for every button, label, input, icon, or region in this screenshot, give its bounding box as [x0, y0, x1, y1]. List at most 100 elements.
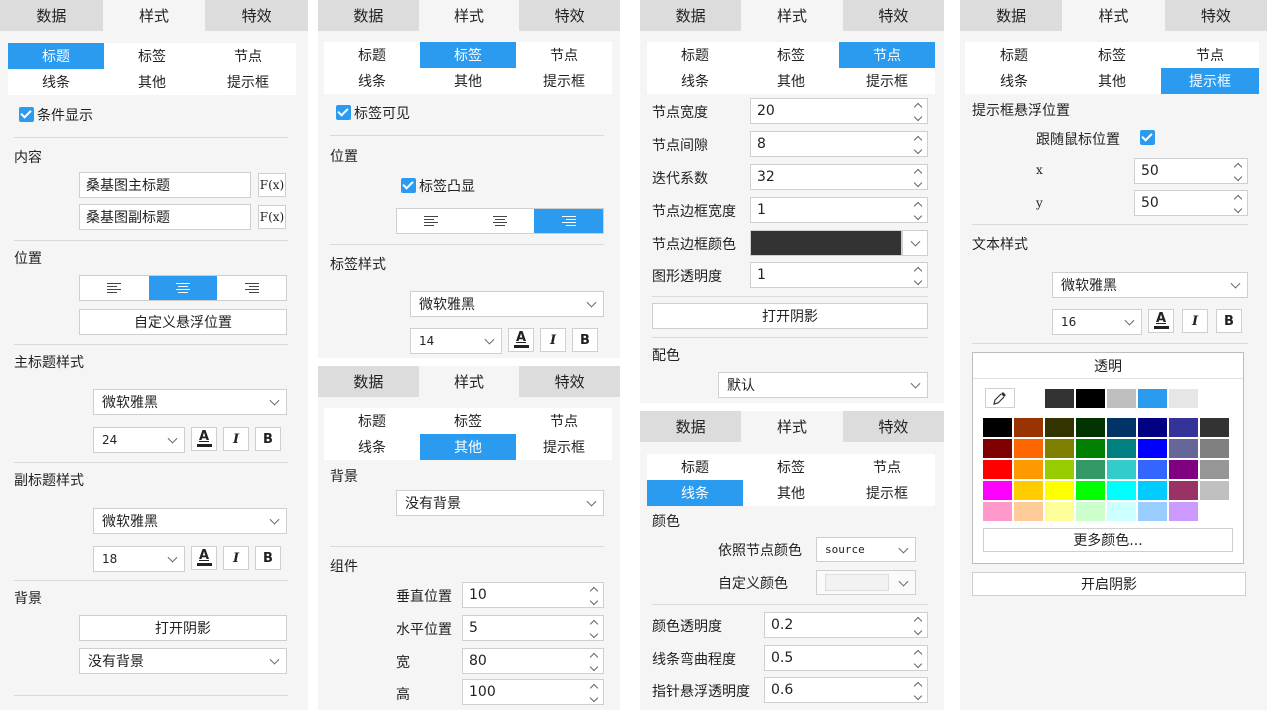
palette-color-swatch[interactable]	[983, 502, 1012, 521]
category-other[interactable]: 其他	[104, 69, 200, 95]
palette-color-swatch[interactable]	[1200, 439, 1229, 458]
category-line[interactable]: 线条	[965, 68, 1063, 94]
align-right-button[interactable]	[217, 276, 286, 300]
palette-color-swatch[interactable]	[1014, 481, 1043, 500]
tab-data[interactable]: 数据	[960, 0, 1062, 31]
category-tooltip[interactable]: 提示框	[1161, 68, 1259, 94]
spinner-icon[interactable]	[909, 678, 927, 702]
palette-color-swatch[interactable]	[1014, 460, 1043, 479]
sub-title-fx-button[interactable]: F(x)	[258, 205, 286, 229]
category-other[interactable]: 其他	[743, 68, 839, 94]
category-other[interactable]: 其他	[1063, 68, 1161, 94]
align-left-button[interactable]	[397, 209, 466, 233]
palette-color-swatch[interactable]	[983, 418, 1012, 437]
spinner-icon[interactable]	[1229, 159, 1247, 183]
palette-color-swatch[interactable]	[1107, 481, 1136, 500]
label-font-color-button[interactable]: A	[508, 328, 534, 352]
recent-color-swatch[interactable]	[1107, 389, 1136, 408]
palette-color-swatch[interactable]	[1138, 502, 1167, 521]
category-other[interactable]: 其他	[743, 480, 839, 506]
tab-effects[interactable]: 特效	[205, 0, 308, 31]
category-node[interactable]: 节点	[516, 42, 612, 68]
label-italic-button[interactable]: I	[540, 328, 566, 352]
tab-style[interactable]: 样式	[741, 411, 843, 442]
spinner-icon[interactable]	[909, 99, 927, 123]
border-color-swatch[interactable]	[750, 230, 902, 256]
tab-effects[interactable]: 特效	[519, 0, 620, 31]
color-scheme-select[interactable]: 默认	[718, 372, 928, 398]
iteration-input[interactable]: 32	[750, 164, 928, 190]
spinner-icon[interactable]	[585, 649, 603, 673]
tab-data[interactable]: 数据	[0, 0, 103, 31]
main-bold-button[interactable]: B	[255, 427, 281, 451]
sub-title-input[interactable]: 桑基图副标题	[79, 204, 251, 230]
recent-color-swatch[interactable]	[1076, 389, 1105, 408]
tab-style[interactable]: 样式	[418, 0, 520, 31]
tab-style[interactable]: 样式	[102, 0, 206, 31]
tooltip-font-color-button[interactable]: A	[1148, 309, 1174, 333]
sub-italic-button[interactable]: I	[223, 546, 249, 570]
tooltip-italic-button[interactable]: I	[1182, 309, 1208, 333]
palette-color-swatch[interactable]	[1138, 481, 1167, 500]
align-right-button[interactable]	[534, 209, 604, 233]
transparent-button[interactable]: 透明	[973, 353, 1243, 379]
palette-color-swatch[interactable]	[1138, 418, 1167, 437]
tooltip-size-select[interactable]: 16	[1052, 309, 1142, 335]
spinner-icon[interactable]	[909, 198, 927, 222]
palette-color-swatch[interactable]	[1169, 481, 1198, 500]
category-label[interactable]: 标签	[420, 408, 516, 434]
palette-color-swatch[interactable]	[1107, 418, 1136, 437]
palette-color-swatch[interactable]	[1045, 502, 1074, 521]
y-input[interactable]: 50	[1134, 190, 1248, 216]
eyedropper-button[interactable]	[985, 388, 1015, 408]
palette-color-swatch[interactable]	[1076, 502, 1105, 521]
palette-color-swatch[interactable]	[1076, 418, 1105, 437]
palette-color-swatch[interactable]	[983, 439, 1012, 458]
palette-color-swatch[interactable]	[1045, 460, 1074, 479]
tab-effects[interactable]: 特效	[519, 366, 620, 397]
palette-color-swatch[interactable]	[983, 481, 1012, 500]
palette-color-swatch[interactable]	[1107, 460, 1136, 479]
recent-color-swatch[interactable]	[1169, 389, 1198, 408]
more-colors-button[interactable]: 更多颜色...	[983, 528, 1233, 552]
category-title[interactable]: 标题	[8, 43, 104, 69]
palette-color-swatch[interactable]	[1169, 439, 1198, 458]
hover-opacity-input[interactable]: 0.6	[764, 677, 928, 703]
follow-mouse-checkbox[interactable]	[1140, 130, 1155, 145]
background-select[interactable]: 没有背景	[79, 648, 287, 674]
category-title[interactable]: 标题	[324, 42, 420, 68]
spinner-icon[interactable]	[585, 680, 603, 704]
tab-style[interactable]: 样式	[418, 366, 520, 397]
category-line[interactable]: 线条	[647, 480, 743, 506]
main-italic-button[interactable]: I	[223, 427, 249, 451]
tab-data[interactable]: 数据	[640, 411, 741, 442]
recent-color-swatch[interactable]	[1138, 389, 1167, 408]
spinner-icon[interactable]	[909, 132, 927, 156]
by-node-color-select[interactable]: source	[816, 537, 916, 562]
spinner-icon[interactable]	[909, 613, 927, 637]
spinner-icon[interactable]	[909, 263, 927, 287]
height-input[interactable]: 100	[462, 679, 604, 705]
category-tooltip[interactable]: 提示框	[516, 68, 612, 94]
category-node[interactable]: 节点	[1161, 42, 1259, 68]
category-title[interactable]: 标题	[647, 454, 743, 480]
palette-color-swatch[interactable]	[1045, 481, 1074, 500]
curveness-input[interactable]: 0.5	[764, 645, 928, 671]
palette-color-swatch[interactable]	[1014, 418, 1043, 437]
main-title-input[interactable]: 桑基图主标题	[79, 172, 251, 198]
horizontal-position-input[interactable]: 5	[462, 615, 604, 641]
category-tooltip[interactable]: 提示框	[839, 68, 935, 94]
vertical-position-input[interactable]: 10	[462, 582, 604, 608]
category-label[interactable]: 标签	[743, 454, 839, 480]
palette-color-swatch[interactable]	[1169, 502, 1198, 521]
custom-float-button[interactable]: 自定义悬浮位置	[79, 309, 287, 335]
width-input[interactable]: 80	[462, 648, 604, 674]
border-color-dropdown[interactable]	[902, 230, 928, 256]
category-node[interactable]: 节点	[200, 43, 296, 69]
category-tooltip[interactable]: 提示框	[516, 434, 612, 460]
border-width-input[interactable]: 1	[750, 197, 928, 223]
sub-bold-button[interactable]: B	[255, 546, 281, 570]
category-label[interactable]: 标签	[1063, 42, 1161, 68]
align-left-button[interactable]	[80, 276, 149, 300]
tab-data[interactable]: 数据	[318, 366, 419, 397]
